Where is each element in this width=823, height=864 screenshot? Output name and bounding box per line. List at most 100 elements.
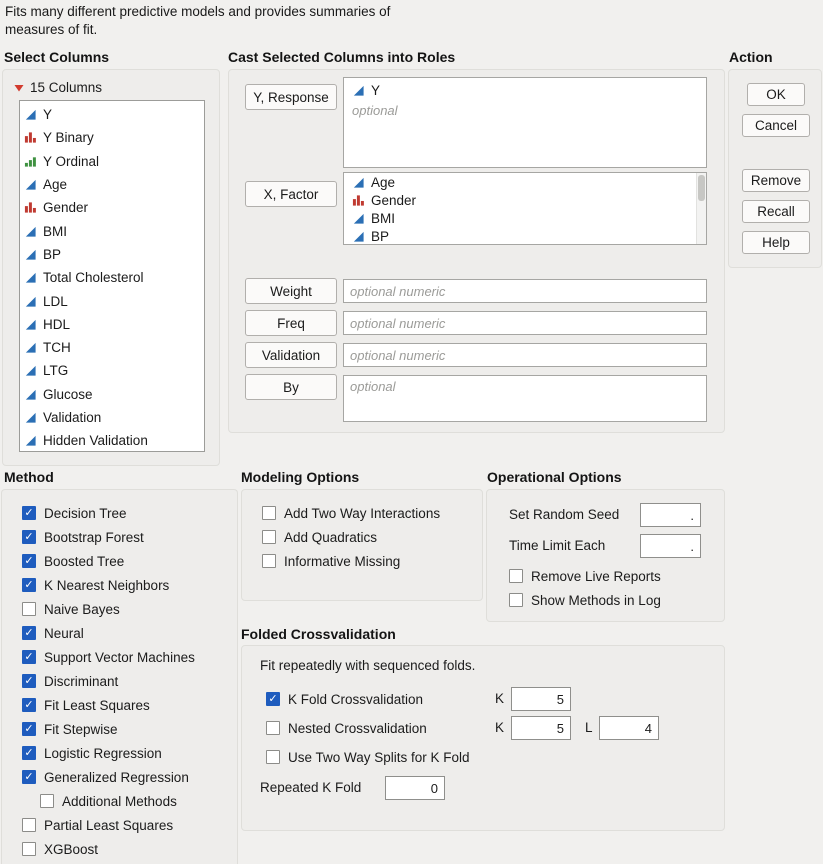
- method-partial-least-squares-checkbox[interactable]: [22, 818, 36, 832]
- x-factor-button[interactable]: X, Factor: [245, 181, 337, 207]
- method-fit-stepwise-checkbox[interactable]: ✓: [22, 722, 36, 736]
- by-box[interactable]: optional: [343, 375, 707, 422]
- y-response-box[interactable]: Y optional: [343, 77, 707, 168]
- column-item[interactable]: Age: [348, 174, 702, 192]
- method-logistic-regression-row[interactable]: ✓Logistic Regression: [22, 741, 195, 765]
- column-item[interactable]: Total Cholesterol: [20, 266, 204, 289]
- method-fit-least-squares-row[interactable]: ✓Fit Least Squares: [22, 693, 195, 717]
- continuous-variable-icon: [24, 318, 37, 331]
- k-fold-row[interactable]: ✓ K Fold Crossvalidation: [266, 687, 423, 711]
- select-columns-list[interactable]: YY BinaryY OrdinalAgeGenderBMIBPTotal Ch…: [19, 100, 205, 452]
- column-item[interactable]: BMI: [20, 219, 204, 242]
- column-item[interactable]: Y: [348, 80, 702, 100]
- weight-field[interactable]: optional numeric: [343, 279, 707, 303]
- method-xgboost-row[interactable]: XGBoost: [22, 837, 195, 861]
- method-boosted-tree-row[interactable]: ✓Boosted Tree: [22, 549, 195, 573]
- y-response-button[interactable]: Y, Response: [245, 84, 337, 110]
- column-item[interactable]: Gender: [20, 196, 204, 219]
- column-item[interactable]: Y Ordinal: [20, 150, 204, 173]
- two-way-splits-label: Use Two Way Splits for K Fold: [288, 750, 470, 765]
- method-additional-methods-label: Additional Methods: [62, 794, 177, 809]
- method-neural-row[interactable]: ✓Neural: [22, 621, 195, 645]
- method-boosted-tree-checkbox[interactable]: ✓: [22, 554, 36, 568]
- nested-l-input[interactable]: 4: [599, 716, 659, 740]
- column-item[interactable]: Validation: [20, 406, 204, 429]
- columns-header[interactable]: 15 Columns: [12, 80, 102, 95]
- add-two-way-interactions-row[interactable]: Add Two Way Interactions: [262, 501, 440, 525]
- informative-missing-row[interactable]: Informative Missing: [262, 549, 440, 573]
- nested-crossvalidation-checkbox[interactable]: [266, 721, 280, 735]
- by-button[interactable]: By: [245, 374, 337, 400]
- x-factor-scrollbar[interactable]: [696, 173, 706, 244]
- column-item[interactable]: Gender: [348, 192, 702, 210]
- nested-crossvalidation-row[interactable]: Nested Crossvalidation: [266, 716, 427, 740]
- column-item[interactable]: Hidden Validation: [20, 429, 204, 452]
- freq-button[interactable]: Freq: [245, 310, 337, 336]
- column-item[interactable]: Y Binary: [20, 126, 204, 149]
- column-item[interactable]: Glucose: [20, 383, 204, 406]
- validation-field[interactable]: optional numeric: [343, 343, 707, 367]
- column-item[interactable]: BP: [348, 227, 702, 245]
- scrollbar-thumb[interactable]: [698, 175, 705, 201]
- method-fit-least-squares-checkbox[interactable]: ✓: [22, 698, 36, 712]
- method-additional-methods-checkbox[interactable]: [40, 794, 54, 808]
- nested-k-input[interactable]: 5: [511, 716, 571, 740]
- remove-live-reports-checkbox[interactable]: [509, 569, 523, 583]
- add-quadratics-checkbox[interactable]: [262, 530, 276, 544]
- column-item[interactable]: HDL: [20, 313, 204, 336]
- set-random-seed-input[interactable]: .: [640, 503, 701, 527]
- weight-button[interactable]: Weight: [245, 278, 337, 304]
- method-neural-checkbox[interactable]: ✓: [22, 626, 36, 640]
- remove-live-reports-row[interactable]: Remove Live Reports: [509, 564, 661, 588]
- repeated-k-fold-input[interactable]: 0: [385, 776, 445, 800]
- freq-field[interactable]: optional numeric: [343, 311, 707, 335]
- help-button[interactable]: Help: [742, 231, 810, 254]
- nested-crossvalidation-label: Nested Crossvalidation: [288, 721, 427, 736]
- add-two-way-interactions-checkbox[interactable]: [262, 506, 276, 520]
- method-support-vector-machines-row[interactable]: ✓Support Vector Machines: [22, 645, 195, 669]
- column-item[interactable]: BP: [20, 243, 204, 266]
- x-factor-box[interactable]: AgeGenderBMIBP: [343, 172, 707, 245]
- k-fold-checkbox[interactable]: ✓: [266, 692, 280, 706]
- method-discriminant-row[interactable]: ✓Discriminant: [22, 669, 195, 693]
- ok-button[interactable]: OK: [747, 83, 805, 106]
- column-item[interactable]: LDL: [20, 289, 204, 312]
- continuous-variable-icon: [24, 411, 37, 424]
- method-xgboost-checkbox[interactable]: [22, 842, 36, 856]
- column-item[interactable]: Y: [20, 103, 204, 126]
- show-methods-in-log-checkbox[interactable]: [509, 593, 523, 607]
- method-discriminant-checkbox[interactable]: ✓: [22, 674, 36, 688]
- method-bootstrap-forest-checkbox[interactable]: ✓: [22, 530, 36, 544]
- method-bootstrap-forest-row[interactable]: ✓Bootstrap Forest: [22, 525, 195, 549]
- method-k-nearest-neighbors-row[interactable]: ✓K Nearest Neighbors: [22, 573, 195, 597]
- method-decision-tree-checkbox[interactable]: ✓: [22, 506, 36, 520]
- two-way-splits-checkbox[interactable]: [266, 750, 280, 764]
- freq-placeholder: optional numeric: [350, 316, 445, 331]
- column-item[interactable]: BMI: [348, 210, 702, 228]
- method-generalized-regression-row[interactable]: ✓Generalized Regression: [22, 765, 195, 789]
- show-methods-in-log-row[interactable]: Show Methods in Log: [509, 588, 661, 612]
- method-generalized-regression-checkbox[interactable]: ✓: [22, 770, 36, 784]
- method-naive-bayes-checkbox[interactable]: [22, 602, 36, 616]
- method-partial-least-squares-row[interactable]: Partial Least Squares: [22, 813, 195, 837]
- recall-button[interactable]: Recall: [742, 200, 810, 223]
- remove-button[interactable]: Remove: [742, 169, 810, 192]
- method-fit-stepwise-row[interactable]: ✓Fit Stepwise: [22, 717, 195, 741]
- method-k-nearest-neighbors-checkbox[interactable]: ✓: [22, 578, 36, 592]
- method-logistic-regression-checkbox[interactable]: ✓: [22, 746, 36, 760]
- k-fold-k-input[interactable]: 5: [511, 687, 571, 711]
- red-triangle-menu-icon[interactable]: [12, 81, 25, 94]
- informative-missing-checkbox[interactable]: [262, 554, 276, 568]
- column-item[interactable]: Age: [20, 173, 204, 196]
- method-additional-methods-row[interactable]: Additional Methods: [22, 789, 195, 813]
- validation-button[interactable]: Validation: [245, 342, 337, 368]
- method-decision-tree-row[interactable]: ✓Decision Tree: [22, 501, 195, 525]
- method-support-vector-machines-checkbox[interactable]: ✓: [22, 650, 36, 664]
- column-item[interactable]: TCH: [20, 336, 204, 359]
- two-way-splits-row[interactable]: Use Two Way Splits for K Fold: [266, 745, 470, 769]
- column-item[interactable]: LTG: [20, 359, 204, 382]
- add-quadratics-row[interactable]: Add Quadratics: [262, 525, 440, 549]
- cancel-button[interactable]: Cancel: [742, 114, 810, 137]
- time-limit-each-input[interactable]: .: [640, 534, 701, 558]
- method-naive-bayes-row[interactable]: Naive Bayes: [22, 597, 195, 621]
